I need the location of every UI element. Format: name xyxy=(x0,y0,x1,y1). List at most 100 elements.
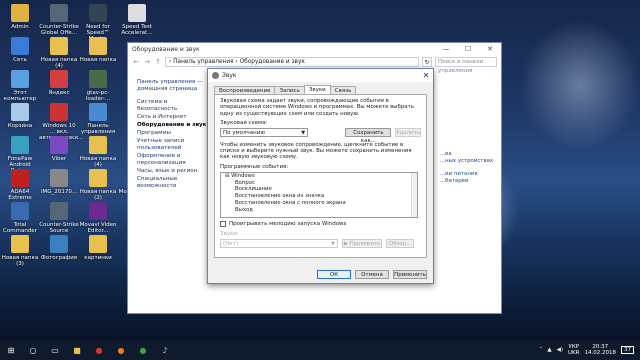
desktop-icon-label: Новая папка xyxy=(79,57,117,63)
nav-item-accounts[interactable]: Учетные записи пользователей xyxy=(137,138,207,152)
tree-item[interactable]: Восстановление окна с полного экрана xyxy=(221,200,417,207)
desktop-icon[interactable]: картинки xyxy=(78,233,118,277)
sounds-label: Звуки: xyxy=(220,230,239,237)
wallpaper-snow-tree-right xyxy=(520,20,640,150)
breadcrumb[interactable]: › Панель управления › Оборудование и зву… xyxy=(165,56,419,67)
tree-item[interactable]: Выход xyxy=(221,207,417,214)
right-link-3[interactable]: ...ии питания xyxy=(440,171,502,178)
cancel-button[interactable]: Отмена xyxy=(355,270,389,279)
scheme-label: Звуковая схема: xyxy=(220,119,268,126)
sound-app-icon[interactable]: ♪ xyxy=(158,343,172,357)
up-arrow-icon[interactable]: ↑ xyxy=(154,58,162,66)
app-icon xyxy=(11,70,29,88)
chevron-up-icon[interactable]: ˄ xyxy=(540,347,543,353)
volume-icon[interactable]: ◀) xyxy=(557,347,563,353)
window-titlebar: Оборудование и звук — ☐ ✕ xyxy=(128,43,501,55)
scheme-select[interactable]: По умолчанию ▼ xyxy=(220,127,309,137)
nav-item-hardware-sound[interactable]: Оборудование и звук xyxy=(137,122,207,129)
app-icon xyxy=(11,4,29,22)
app-icon xyxy=(89,4,107,22)
app-icon xyxy=(11,136,29,154)
nav-item-appearance[interactable]: Оформление и персонализация xyxy=(137,153,207,167)
taskbar: ⊞ ○ ▭ ■ ● ● ● ♪ ˄ ▲ ◀) УКР UKR 20:37 14.… xyxy=(0,340,640,360)
address-bar: ← → ↑ › Панель управления › Оборудование… xyxy=(128,55,501,74)
opera-icon[interactable]: ● xyxy=(92,343,106,357)
forward-arrow-icon[interactable]: → xyxy=(143,58,151,66)
ok-button[interactable]: ОК xyxy=(317,270,351,279)
app-icon xyxy=(11,103,29,121)
left-navigation: Панель управления — домашняя страница Си… xyxy=(137,79,207,191)
desktop-icon-label: Яндекс xyxy=(48,90,70,96)
chrome-icon[interactable]: ● xyxy=(136,343,150,357)
tree-item[interactable]: Восстановление окна из значка xyxy=(221,193,417,200)
desktop-icon-label: картинки xyxy=(84,255,112,261)
app-icon xyxy=(11,37,29,55)
network-icon[interactable]: ▲ xyxy=(547,347,551,353)
nav-item-accessibility[interactable]: Специальные возможности xyxy=(137,176,207,190)
save-as-button[interactable]: Сохранить как... xyxy=(345,127,392,144)
app-icon xyxy=(50,202,68,220)
apply-button[interactable]: Применить xyxy=(393,270,427,279)
right-link-1[interactable]: ...ва xyxy=(440,151,502,158)
dialog-titlebar: Звук ✕ xyxy=(208,69,433,82)
desktop-icon-label: Admin xyxy=(11,24,29,30)
clock[interactable]: 20:37 14.02.2018 xyxy=(585,344,617,356)
desktop-icon-label: Viber xyxy=(51,156,67,162)
window-title: Оборудование и звук xyxy=(132,45,200,53)
app-icon xyxy=(89,202,107,220)
nav-item-clock-region[interactable]: Часы, язык и регион xyxy=(137,168,207,175)
tree-scrollbar[interactable] xyxy=(411,172,417,217)
desktop-icon[interactable]: Speed Test Accelerat… xyxy=(117,2,157,46)
windows-icon[interactable]: ⊞ xyxy=(4,343,18,357)
sound-dialog: Звук ✕ Воспроизведение Запись Звуки Связ… xyxy=(207,68,434,284)
app-icon xyxy=(89,235,107,253)
explorer-icon[interactable]: ■ xyxy=(70,343,84,357)
language-code-2: UKR xyxy=(568,350,580,356)
back-arrow-icon[interactable]: ← xyxy=(132,58,140,66)
clock-date: 14.02.2018 xyxy=(584,350,617,356)
right-link-2[interactable]: ...ных устройствах xyxy=(440,158,502,165)
refresh-icon[interactable]: ↻ xyxy=(422,56,432,67)
nav-item-programs[interactable]: Программы xyxy=(137,130,207,137)
maximize-button[interactable]: ☐ xyxy=(457,45,479,53)
notification-badge[interactable]: 37 xyxy=(621,346,634,354)
tree-item-root[interactable]: ⊟ Windows xyxy=(221,173,417,180)
delete-button[interactable]: Удалить xyxy=(395,127,421,137)
dialog-close-button[interactable]: ✕ xyxy=(419,71,433,80)
speaker-icon xyxy=(212,72,219,79)
events-label: Программные события: xyxy=(220,163,289,170)
app-icon xyxy=(89,136,107,154)
sound-select[interactable]: (Нет) ▼ xyxy=(220,238,338,248)
search-input[interactable]: Поиск в панели управления xyxy=(435,56,497,74)
nav-item-network[interactable]: Сеть и Интернет xyxy=(137,114,207,121)
app-icon xyxy=(11,169,29,187)
desktop-icon[interactable]: Новая папка (3) xyxy=(0,233,40,277)
app-icon xyxy=(50,136,68,154)
app-icon xyxy=(50,103,68,121)
tree-item[interactable]: Восклицание xyxy=(221,186,417,193)
language-indicator[interactable]: УКР UKR xyxy=(568,344,579,356)
system-tray: ˄ ▲ ◀) УКР UKR 20:37 14.02.2018 37 xyxy=(540,344,640,356)
app-icon xyxy=(11,235,29,253)
nav-home-link[interactable]: Панель управления — домашняя страница xyxy=(137,79,207,93)
close-button[interactable]: ✕ xyxy=(479,45,501,53)
test-button[interactable]: ▶ Проверить xyxy=(342,238,382,248)
app-icon xyxy=(128,4,146,22)
chevron-down-icon: ▼ xyxy=(331,240,335,247)
firefox-icon[interactable]: ● xyxy=(114,343,128,357)
right-links: ...ва ...ных устройствах ...ии питания .… xyxy=(440,151,502,185)
nav-item-system-security[interactable]: Система и безопасность xyxy=(137,99,207,113)
browse-button[interactable]: Обзор... xyxy=(386,238,414,248)
app-icon xyxy=(50,37,68,55)
search-icon[interactable]: ○ xyxy=(26,343,40,357)
minimize-button[interactable]: — xyxy=(435,45,457,53)
desktop-icon[interactable]: Фотография xyxy=(39,233,79,277)
events-tree[interactable]: ⊟ Windows Вопрос Восклицание Восстановле… xyxy=(220,171,418,218)
tree-item[interactable]: Вопрос xyxy=(221,180,417,187)
desktop-icon-label: Новая папка (3) xyxy=(1,255,39,267)
startup-sound-label: Проигрывать мелодию запуска Windows xyxy=(229,220,347,227)
right-link-4[interactable]: ...батареи xyxy=(440,178,502,185)
task-view-icon[interactable]: ▭ xyxy=(48,343,62,357)
startup-sound-checkbox[interactable] xyxy=(220,220,226,227)
scheme-description: Звуковая схема задает звуки, сопровождаю… xyxy=(220,98,414,117)
